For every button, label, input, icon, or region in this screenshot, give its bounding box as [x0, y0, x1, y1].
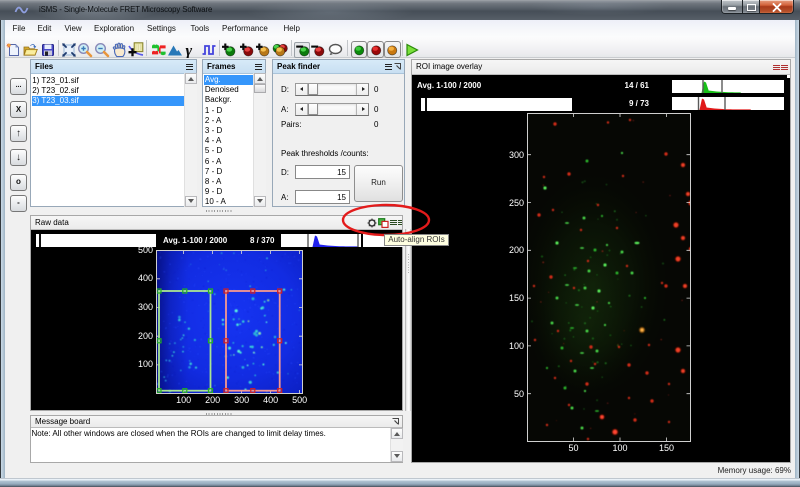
svg-text:γ: γ — [186, 42, 193, 58]
